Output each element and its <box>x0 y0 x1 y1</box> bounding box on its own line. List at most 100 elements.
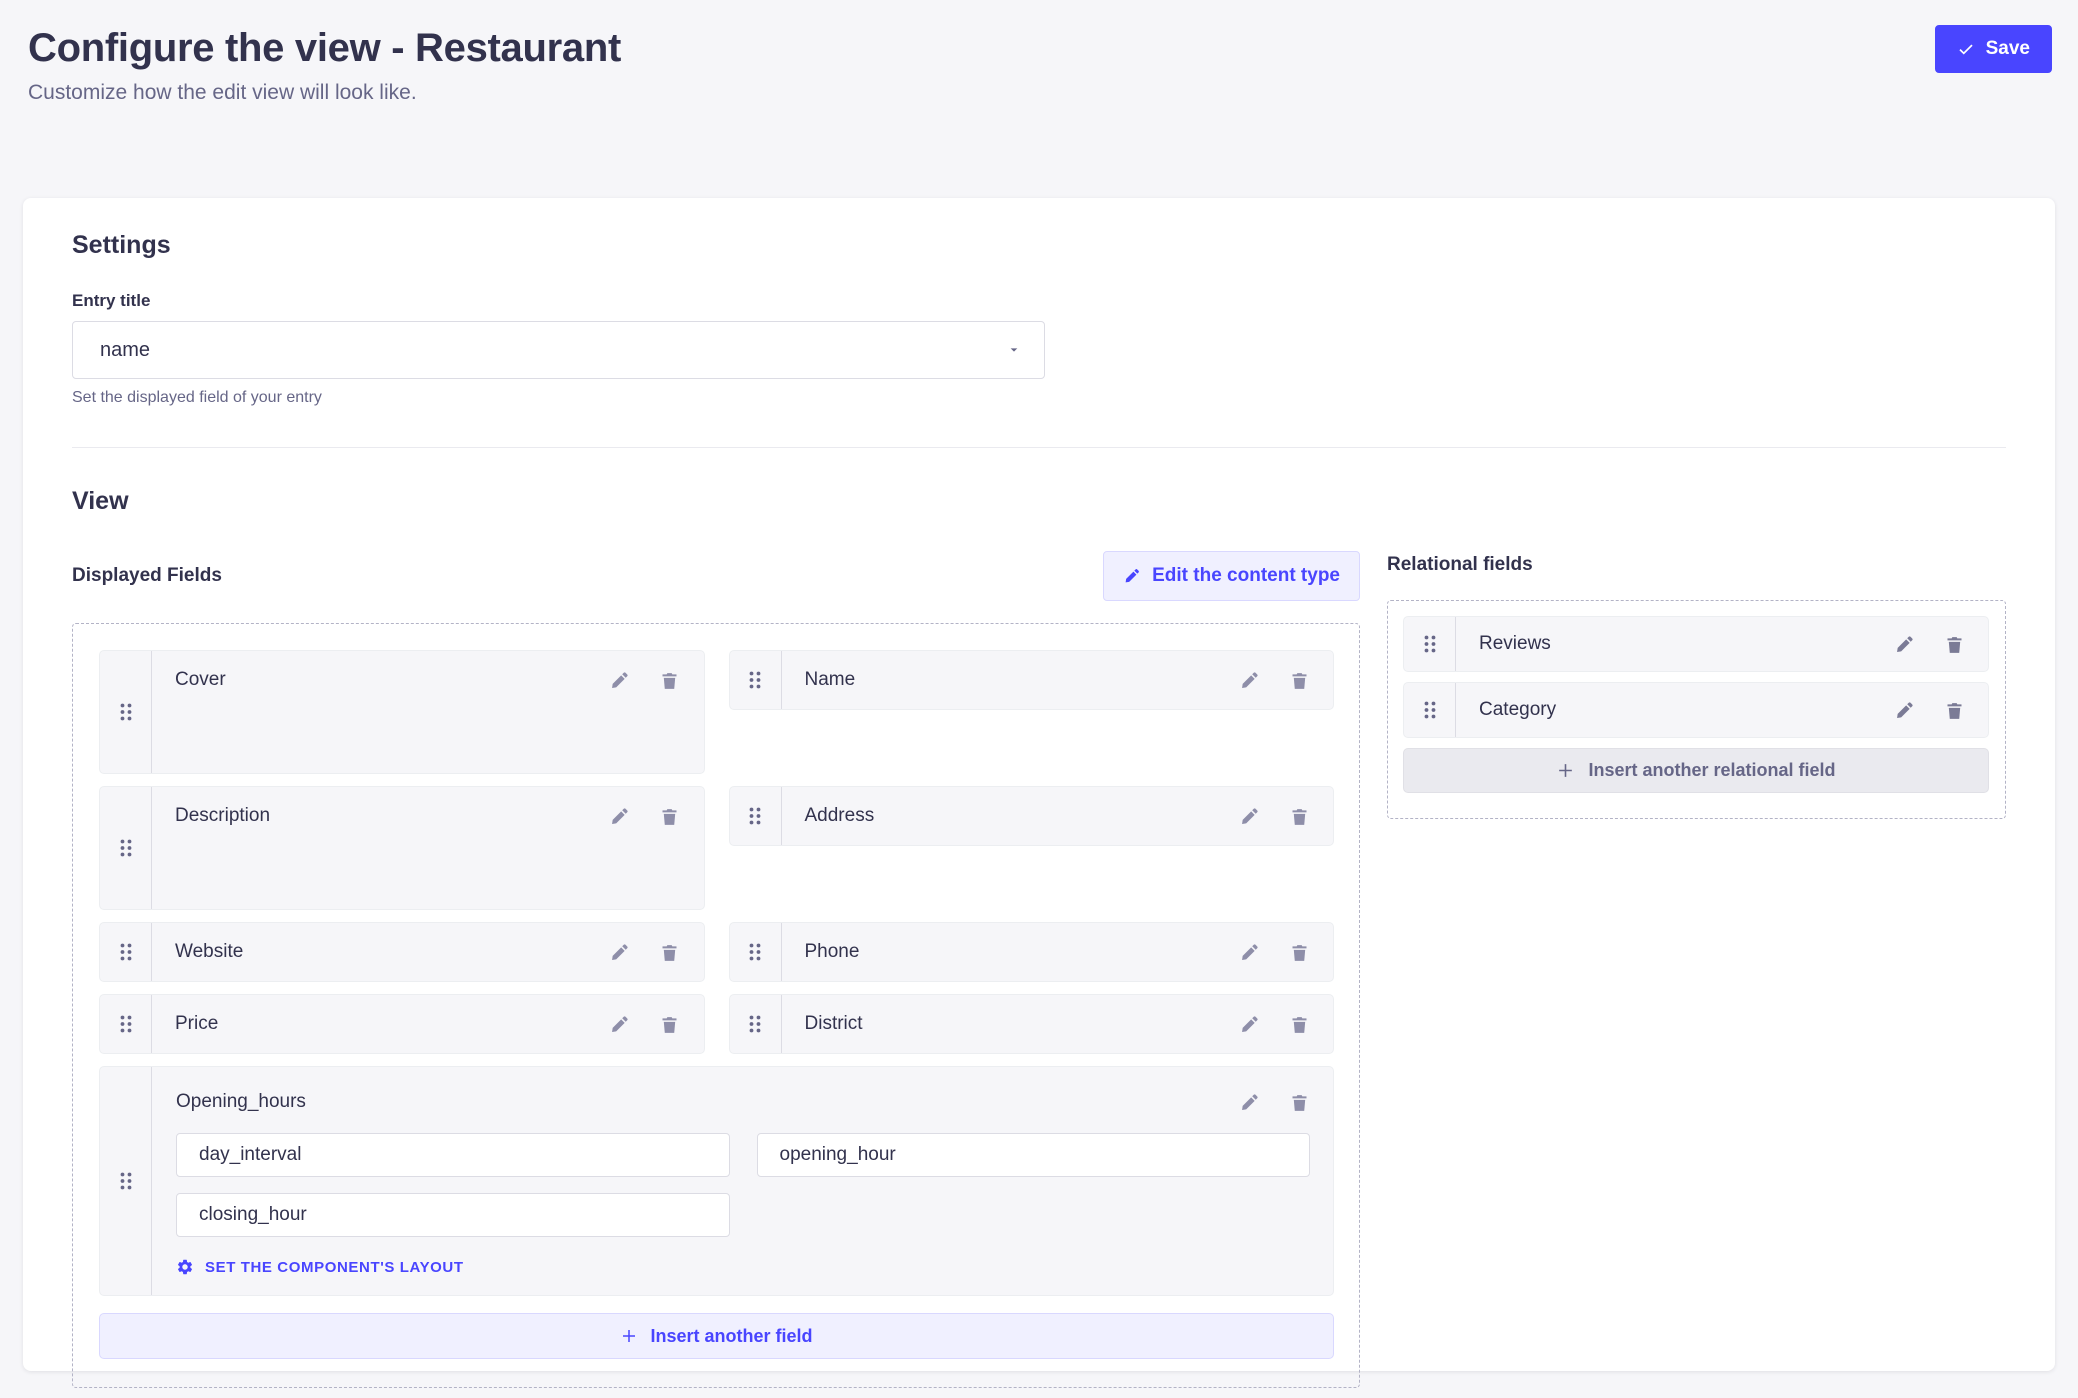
pencil-icon <box>609 806 630 827</box>
edit-relational-field-button[interactable] <box>1892 632 1916 656</box>
insert-another-relational-field-button[interactable]: Insert another relational field <box>1403 748 1989 793</box>
field-card-price: Price <box>99 994 705 1054</box>
displayed-fields-dropzone: Cover Name <box>72 623 1360 1388</box>
insert-another-relational-field-label: Insert another relational field <box>1588 760 1835 781</box>
pencil-icon <box>1239 1014 1260 1035</box>
main-panel: Settings Entry title name Set the displa… <box>23 198 2055 1371</box>
field-label: Name <box>805 669 1238 691</box>
save-button-label: Save <box>1986 38 2030 60</box>
drag-handle-icon <box>744 669 766 691</box>
component-subfield-day-interval[interactable]: day_interval <box>176 1133 730 1177</box>
trash-icon <box>659 942 680 963</box>
drag-handle-icon <box>1419 633 1441 655</box>
field-card-district: District <box>729 994 1335 1054</box>
relational-fields-title: Relational fields <box>1387 554 2006 576</box>
page-title: Configure the view - Restaurant <box>28 26 2050 71</box>
relational-field-label: Category <box>1479 699 1892 721</box>
edit-component-button[interactable] <box>1237 1090 1261 1114</box>
delete-field-button[interactable] <box>658 940 682 964</box>
entry-title-select[interactable]: name <box>72 321 1045 379</box>
trash-icon <box>1289 942 1310 963</box>
component-subfield-opening-hour[interactable]: opening_hour <box>757 1133 1311 1177</box>
edit-field-button[interactable] <box>1237 940 1261 964</box>
delete-field-button[interactable] <box>658 804 682 828</box>
drag-handle-icon <box>115 701 137 723</box>
drag-handle[interactable] <box>100 1067 152 1295</box>
settings-section-title: Settings <box>72 231 2006 260</box>
field-card-phone: Phone <box>729 922 1335 982</box>
component-card-opening-hours: Opening_hours day_interval opening_hour … <box>99 1066 1334 1296</box>
section-divider <box>72 447 2006 448</box>
edit-field-button[interactable] <box>1237 1012 1261 1036</box>
edit-field-button[interactable] <box>1237 804 1261 828</box>
delete-field-button[interactable] <box>1287 668 1311 692</box>
edit-field-button[interactable] <box>608 804 632 828</box>
trash-icon <box>659 806 680 827</box>
entry-title-selected-value: name <box>100 339 1006 362</box>
field-label: Address <box>805 805 1238 827</box>
page-subtitle: Customize how the edit view will look li… <box>28 81 2050 105</box>
check-icon <box>1957 40 1975 58</box>
drag-handle-icon <box>744 805 766 827</box>
displayed-fields-column: Displayed Fields Edit the content type C… <box>72 551 1360 1388</box>
delete-field-button[interactable] <box>658 668 682 692</box>
edit-content-type-button[interactable]: Edit the content type <box>1103 551 1360 601</box>
trash-icon <box>659 1014 680 1035</box>
delete-field-button[interactable] <box>1287 804 1311 828</box>
pencil-icon <box>1894 700 1915 721</box>
trash-icon <box>659 670 680 691</box>
trash-icon <box>1944 634 1965 655</box>
field-card-name: Name <box>729 650 1335 710</box>
edit-field-button[interactable] <box>1237 668 1261 692</box>
drag-handle-icon <box>115 1170 137 1192</box>
trash-icon <box>1289 1014 1310 1035</box>
pencil-icon <box>1894 634 1915 655</box>
component-subfield-closing-hour[interactable]: closing_hour <box>176 1193 730 1237</box>
trash-icon <box>1289 806 1310 827</box>
relational-card-category: Category <box>1403 682 1989 738</box>
pencil-icon <box>609 670 630 691</box>
field-card-description: Description <box>99 786 705 910</box>
edit-field-button[interactable] <box>608 1012 632 1036</box>
plus-icon <box>620 1327 638 1345</box>
insert-another-field-button[interactable]: Insert another field <box>99 1313 1334 1359</box>
drag-handle[interactable] <box>100 651 152 773</box>
drag-handle[interactable] <box>730 923 782 981</box>
delete-relational-field-button[interactable] <box>1942 632 1966 656</box>
drag-handle[interactable] <box>1404 683 1456 737</box>
save-button[interactable]: Save <box>1935 25 2052 73</box>
pencil-icon <box>1239 806 1260 827</box>
relational-card-reviews: Reviews <box>1403 616 1989 672</box>
drag-handle-icon <box>1419 699 1441 721</box>
component-label: Opening_hours <box>176 1091 1237 1113</box>
delete-field-button[interactable] <box>1287 1012 1311 1036</box>
set-component-layout-button[interactable]: SET THE COMPONENT'S LAYOUT <box>176 1258 1333 1276</box>
edit-field-button[interactable] <box>608 668 632 692</box>
drag-handle[interactable] <box>100 995 152 1053</box>
field-card-website: Website <box>99 922 705 982</box>
trash-icon <box>1289 670 1310 691</box>
trash-icon <box>1289 1092 1310 1113</box>
edit-content-type-label: Edit the content type <box>1152 565 1340 587</box>
drag-handle-icon <box>115 1013 137 1035</box>
delete-component-button[interactable] <box>1287 1090 1311 1114</box>
delete-field-button[interactable] <box>1287 940 1311 964</box>
edit-field-button[interactable] <box>608 940 632 964</box>
field-label: Description <box>175 805 608 827</box>
drag-handle-icon <box>115 941 137 963</box>
pencil-icon <box>1239 1092 1260 1113</box>
delete-field-button[interactable] <box>658 1012 682 1036</box>
drag-handle[interactable] <box>730 995 782 1053</box>
page-header: Configure the view - Restaurant Customiz… <box>0 0 2078 105</box>
drag-handle[interactable] <box>730 651 782 709</box>
relational-fields-dropzone: Reviews Category Insert another r <box>1387 600 2006 819</box>
drag-handle[interactable] <box>100 923 152 981</box>
delete-relational-field-button[interactable] <box>1942 698 1966 722</box>
drag-handle[interactable] <box>1404 617 1456 671</box>
field-label: Website <box>175 941 608 963</box>
edit-relational-field-button[interactable] <box>1892 698 1916 722</box>
drag-handle[interactable] <box>730 787 782 845</box>
relational-fields-column: Relational fields Reviews Category <box>1387 551 2006 819</box>
field-card-cover: Cover <box>99 650 705 774</box>
drag-handle[interactable] <box>100 787 152 909</box>
